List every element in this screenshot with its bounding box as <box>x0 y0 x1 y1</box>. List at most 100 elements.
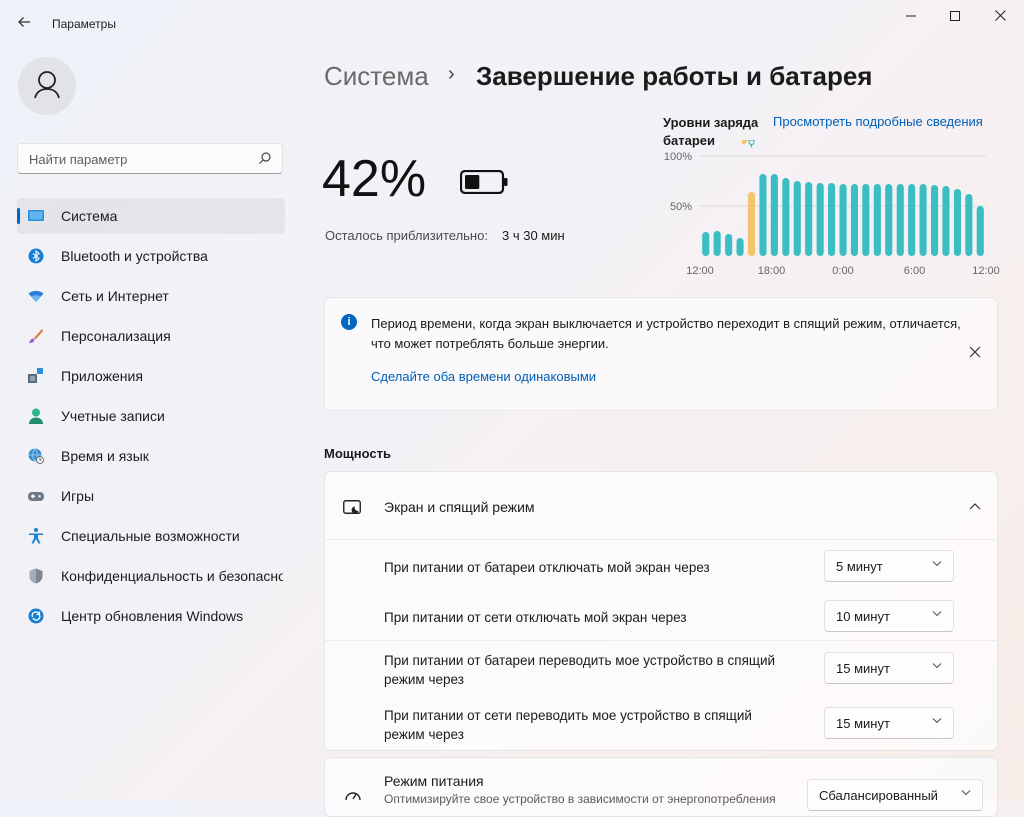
info-bar: i Период времени, когда экран выключаетс… <box>324 297 998 411</box>
section-title-power: Мощность <box>324 446 391 461</box>
chart-bar <box>805 182 813 256</box>
view-details-link[interactable]: Просмотреть подробные сведения <box>773 114 983 129</box>
sidebar-item-label: Bluetooth и устройства <box>61 248 208 264</box>
battery-fill <box>465 175 480 189</box>
chart-bar <box>885 184 893 256</box>
select-value: 15 минут <box>836 716 890 731</box>
sidebar-item-label: Система <box>61 208 118 224</box>
chart-bar <box>713 231 721 256</box>
sidebar-item-privacy[interactable]: Конфиденциальность и безопасность <box>17 558 285 594</box>
chart-bar <box>839 184 847 256</box>
leaf-icon <box>741 140 748 145</box>
chart-bar <box>793 181 801 256</box>
chevron-down-icon <box>932 557 942 571</box>
minimize-button[interactable] <box>896 6 926 28</box>
power-mode-select[interactable]: Сбалансированный <box>807 779 983 811</box>
page-title: Завершение работы и батарея <box>476 61 873 91</box>
chart-bar <box>759 174 767 256</box>
info-icon: i <box>341 314 357 330</box>
person-icon <box>29 408 43 424</box>
chart-bar <box>828 183 836 256</box>
make-times-same-link[interactable]: Сделайте оба времени одинаковыми <box>371 369 596 384</box>
brush-icon <box>29 329 43 343</box>
speedometer-icon <box>345 792 361 801</box>
sidebar-item-bluetooth[interactable]: Bluetooth и устройства <box>17 238 285 274</box>
chart-bar <box>942 186 950 256</box>
bluetooth-icon <box>28 248 44 264</box>
close-button[interactable] <box>985 6 1015 28</box>
sidebar-item-gaming[interactable]: Игры <box>17 478 285 514</box>
remaining-label: Осталось приблизительно: <box>325 228 488 243</box>
sidebar-item-personalization[interactable]: Персонализация <box>17 318 285 354</box>
info-message: Период времени, когда экран выключается … <box>371 316 961 351</box>
sidebar-item-network[interactable]: Сеть и Интернет <box>17 278 285 314</box>
charging-marker <box>741 140 755 148</box>
sidebar-item-label: Конфиденциальность и безопасность <box>61 568 283 584</box>
battery-screen-off-select[interactable]: 5 минут <box>824 550 954 582</box>
chart-bar <box>725 234 733 256</box>
update-icon <box>28 608 44 624</box>
breadcrumb-parent[interactable]: Система <box>324 61 429 92</box>
sidebar-item-windows-update[interactable]: Центр обновления Windows <box>17 598 285 634</box>
sidebar-item-accounts[interactable]: Учетные записи <box>17 398 285 434</box>
battery-percent: 42% <box>322 150 427 208</box>
chart-bar <box>782 178 790 256</box>
maximize-button[interactable] <box>940 6 970 28</box>
select-value: 10 минут <box>836 609 890 624</box>
chart-y-ticks: 100% 50% <box>664 151 692 213</box>
screen-sleep-card: Экран и спящий режим При питании от бата… <box>324 471 999 751</box>
chart-bar <box>965 194 973 256</box>
power-mode-subtitle: Оптимизируйте свое устройство в зависимо… <box>384 792 776 806</box>
battery-sleep-select[interactable]: 15 минут <box>824 652 954 684</box>
chevron-up-icon[interactable] <box>969 497 981 513</box>
monitor-icon <box>28 210 44 221</box>
breadcrumb-separator: › <box>448 63 455 85</box>
setting-label: При питании от батареи отключать мой экр… <box>384 560 710 575</box>
chart-bar <box>919 184 927 256</box>
active-indicator <box>17 208 20 224</box>
select-value: 5 минут <box>836 559 883 574</box>
setting-label: При питании от сети переводить мое устро… <box>384 708 752 742</box>
sidebar-item-label: Специальные возможности <box>61 528 240 544</box>
chart-x-ticks: 12:00 18:00 0:00 6:00 12:00 <box>686 265 1000 277</box>
power-mode-card: Режим питания Оптимизируйте свое устройс… <box>324 757 998 817</box>
app-title: Параметры <box>52 17 116 31</box>
x-tick-label: 12:00 <box>972 265 1000 277</box>
chevron-down-icon <box>961 786 971 800</box>
plugged-screen-off-select[interactable]: 10 минут <box>824 600 954 632</box>
search-input[interactable]: Найти параметр <box>17 143 283 174</box>
title-bar: Параметры <box>0 0 1024 48</box>
close-icon[interactable] <box>965 342 985 362</box>
avatar[interactable] <box>18 57 76 115</box>
chart-bar <box>976 206 984 256</box>
chevron-down-icon <box>932 714 942 728</box>
sidebar-item-time-language[interactable]: Время и язык <box>17 438 285 474</box>
y-tick-label: 50% <box>670 201 692 213</box>
search-placeholder: Найти параметр <box>29 152 128 167</box>
plugged-sleep-select[interactable]: 15 минут <box>824 707 954 739</box>
power-mode-title: Режим питания <box>384 773 484 789</box>
chart-bar <box>770 174 778 256</box>
globe-clock-icon <box>28 448 44 464</box>
screen-sleep-header[interactable]: Экран и спящий режим <box>325 472 997 540</box>
battery-icon <box>460 170 508 194</box>
chevron-down-icon <box>932 659 942 673</box>
sidebar-item-label: Учетные записи <box>61 408 165 424</box>
y-tick-label: 100% <box>664 151 692 163</box>
x-tick-label: 0:00 <box>832 265 853 277</box>
chart-bar <box>862 184 870 256</box>
back-arrow-icon[interactable] <box>14 14 34 34</box>
sidebar-item-apps[interactable]: Приложения <box>17 358 285 394</box>
chart-bar <box>850 184 858 256</box>
plug-icon <box>748 140 755 148</box>
gamepad-icon <box>28 492 44 501</box>
sidebar-item-system[interactable]: Система <box>17 198 285 234</box>
chart-bar <box>953 189 961 256</box>
screen-sleep-icon <box>343 500 361 514</box>
sidebar-item-accessibility[interactable]: Специальные возможности <box>17 518 285 554</box>
chart-bar <box>908 184 916 256</box>
chart-bar <box>816 183 824 256</box>
search-icon[interactable] <box>258 151 272 165</box>
chart-bars <box>702 174 984 256</box>
select-value: 15 минут <box>836 661 890 676</box>
